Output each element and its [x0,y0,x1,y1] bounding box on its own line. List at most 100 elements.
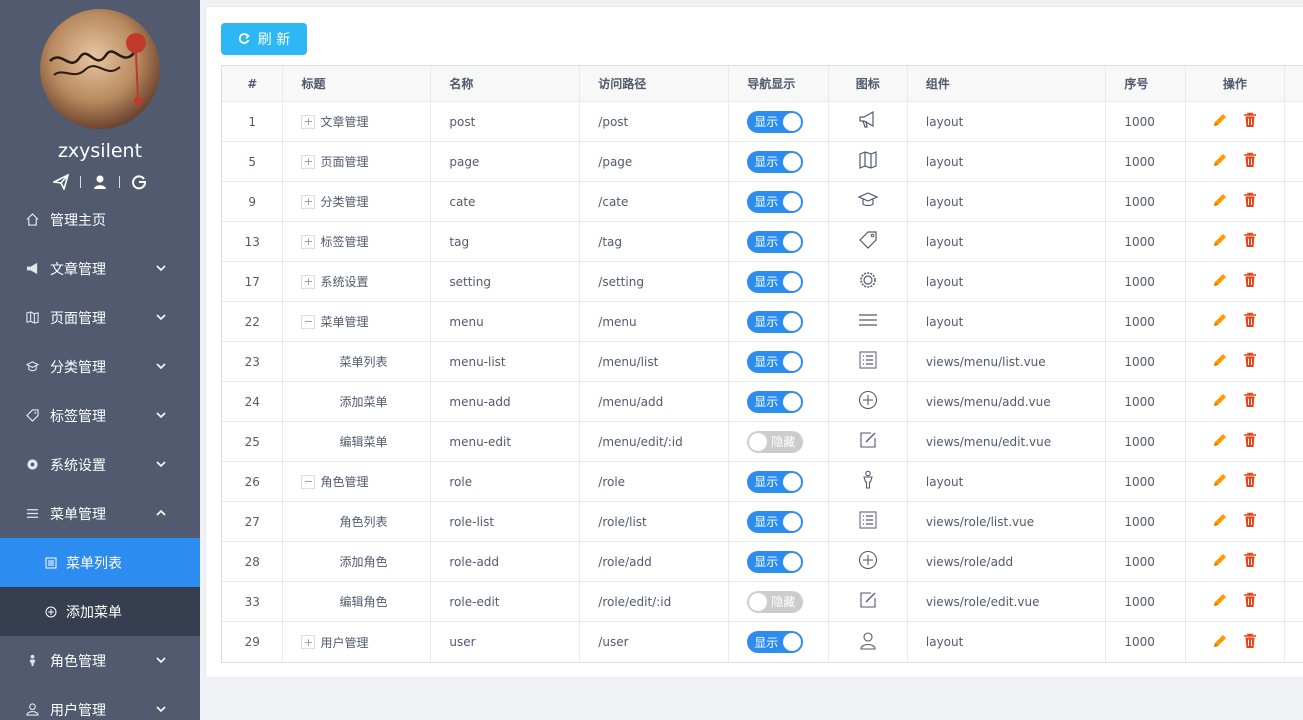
nav-show-toggle[interactable]: 隐藏 [747,430,804,453]
cell-component: layout [908,622,1107,662]
sidebar-item-settings[interactable]: 系统设置 [0,440,200,489]
collapse-icon[interactable]: − [301,314,316,329]
cell-name: page [431,142,581,181]
expand-icon[interactable]: + [301,194,316,209]
cell-icon [829,582,908,621]
nav-show-toggle[interactable]: 显示 [747,510,804,533]
toggle-knob [749,432,768,451]
table-row: 26 − 角色管理 role /role 显示 layout 1000 [222,462,1303,502]
refresh-icon [238,33,250,44]
nav-show-toggle[interactable]: 显示 [747,310,804,333]
trash-icon[interactable] [1242,552,1258,571]
expand-icon[interactable]: + [301,274,316,289]
cell-order: 1000 [1106,182,1186,221]
nav-show-toggle[interactable]: 隐藏 [747,590,804,613]
sidebar-item-categories[interactable]: 分类管理 [0,342,200,391]
trash-icon[interactable] [1242,633,1258,652]
cell-nav-show: 显示 [729,382,829,421]
cell-filler [1285,502,1303,541]
sidebar-subitem-menu-add[interactable]: 添加菜单 [0,587,200,636]
pencil-icon[interactable] [1212,312,1228,331]
pencil-icon[interactable] [1212,392,1228,411]
pencil-icon[interactable] [1212,592,1228,611]
cell-component: layout [908,182,1107,221]
pencil-icon[interactable] [1212,232,1228,251]
logout-icon[interactable] [130,173,148,191]
graduation-cap-icon [857,190,879,213]
cell-filler [1285,142,1303,181]
pencil-icon[interactable] [1212,633,1228,652]
cell-icon [829,342,908,381]
sidebar-subitem-menu-list[interactable]: 菜单列表 [0,538,200,587]
pencil-icon[interactable] [1212,432,1228,451]
user-icon [24,702,40,718]
table-body: 1 + 文章管理 post /post 显示 layout 1000 5 + 页面管… [222,102,1303,662]
cell-id: 27 [222,502,284,541]
toggle-knob [783,392,802,411]
sidebar-item-label: 用户管理 [50,702,106,719]
avatar[interactable] [40,9,160,129]
trash-icon[interactable] [1242,192,1258,211]
trash-icon[interactable] [1242,152,1258,171]
paper-plane-icon[interactable] [52,173,70,191]
nav-show-toggle[interactable]: 显示 [747,350,804,373]
nav-show-toggle[interactable]: 显示 [747,470,804,493]
trash-icon[interactable] [1242,592,1258,611]
nav-show-toggle[interactable]: 显示 [747,390,804,413]
expand-icon[interactable]: + [301,154,316,169]
sidebar-item-pages[interactable]: 页面管理 [0,293,200,342]
chevron-up-icon [155,507,167,519]
nav-show-toggle[interactable]: 显示 [747,110,804,133]
cell-name: role-list [431,502,581,541]
nav-show-toggle[interactable]: 显示 [747,270,804,293]
pencil-icon[interactable] [1212,472,1228,491]
user-icon[interactable] [91,173,109,191]
header-path: 访问路径 [580,66,730,101]
expand-icon[interactable]: + [301,234,316,249]
sidebar-item-home[interactable]: 管理主页 [0,195,200,244]
nav-show-toggle[interactable]: 显示 [747,631,804,653]
refresh-button[interactable]: 刷 新 [221,23,307,55]
expand-icon[interactable]: + [301,114,316,129]
pencil-icon[interactable] [1212,512,1228,531]
row-title: 分类管理 [320,195,369,209]
pencil-icon[interactable] [1212,552,1228,571]
user-actions [52,172,148,192]
trash-icon[interactable] [1242,472,1258,491]
sidebar-item-users[interactable]: 用户管理 [0,685,200,720]
nav-show-toggle[interactable]: 显示 [747,550,804,573]
cell-actions [1186,342,1286,381]
cell-order: 1000 [1106,542,1186,581]
chevron-down-icon [155,409,167,421]
cell-nav-show: 显示 [729,262,829,301]
trash-icon[interactable] [1242,512,1258,531]
pencil-icon[interactable] [1212,192,1228,211]
menu-icon [858,310,878,333]
sidebar-item-roles[interactable]: 角色管理 [0,636,200,685]
nav-show-toggle[interactable]: 显示 [747,230,804,253]
collapse-icon[interactable]: − [301,474,316,489]
cell-filler [1285,542,1303,581]
row-title: 编辑菜单 [339,435,388,449]
trash-icon[interactable] [1242,392,1258,411]
trash-icon[interactable] [1242,112,1258,131]
nav-show-toggle[interactable]: 显示 [747,150,804,173]
trash-icon[interactable] [1242,352,1258,371]
nav-show-toggle[interactable]: 显示 [747,190,804,213]
chevron-down-icon [155,654,167,666]
sidebar-item-posts[interactable]: 文章管理 [0,244,200,293]
trash-icon[interactable] [1242,312,1258,331]
pencil-icon[interactable] [1212,352,1228,371]
expand-icon[interactable]: + [301,635,316,649]
pencil-icon[interactable] [1212,152,1228,171]
trash-icon[interactable] [1242,432,1258,451]
pencil-icon[interactable] [1212,272,1228,291]
pencil-icon[interactable] [1212,112,1228,131]
cell-path: /role [580,462,730,501]
sidebar-item-menus[interactable]: 菜单管理 [0,489,200,538]
toggle-knob [783,112,802,131]
sidebar-item-tags[interactable]: 标签管理 [0,391,200,440]
trash-icon[interactable] [1242,272,1258,291]
trash-icon[interactable] [1242,232,1258,251]
graduation-cap-icon [24,359,40,375]
